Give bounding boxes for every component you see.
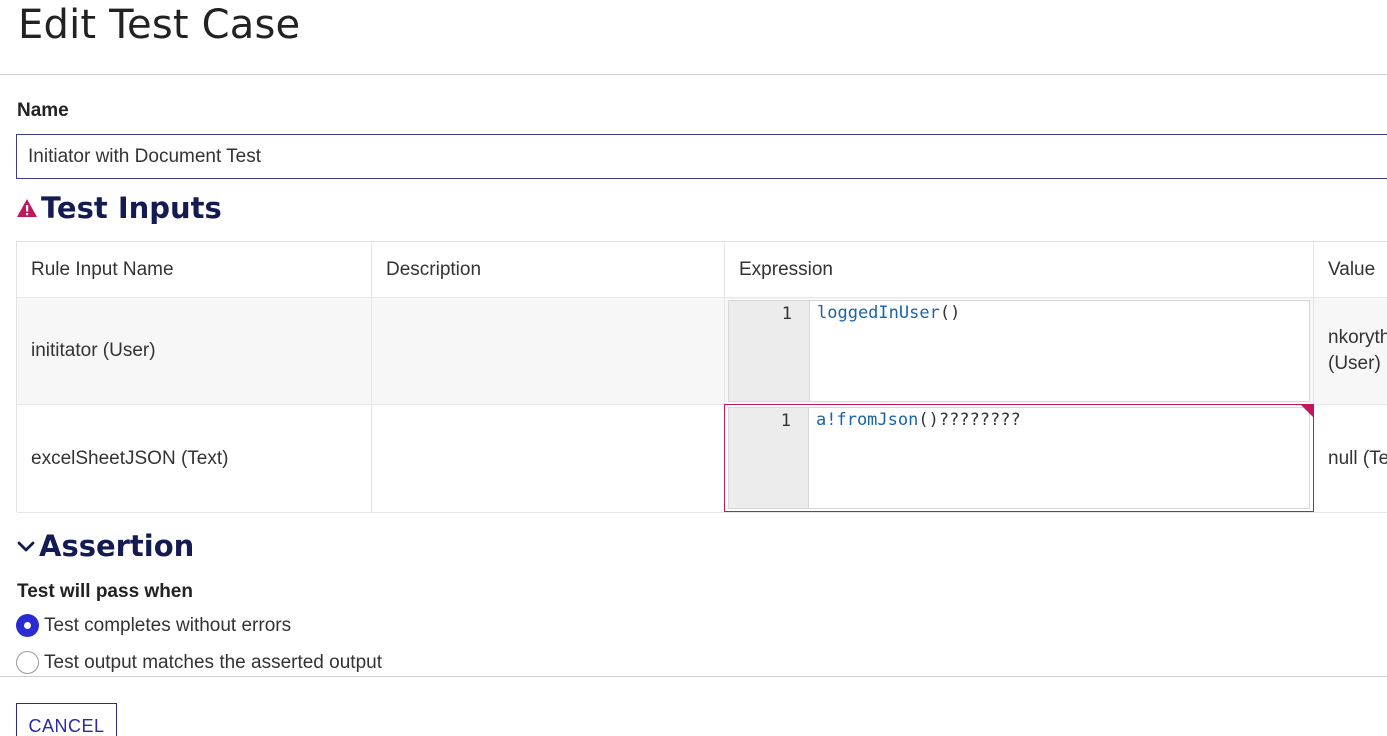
- expression-editor-error[interactable]: 1 a!fromJson()????????: [724, 404, 1314, 512]
- column-header-rule-input-name: Rule Input Name: [17, 242, 372, 298]
- line-number: 1: [728, 407, 809, 509]
- radio-option-completes-without-errors[interactable]: Test completes without errors: [16, 614, 291, 637]
- radio-label: Test completes without errors: [44, 614, 292, 636]
- value-text: nkoryth: [1328, 327, 1387, 348]
- expression-code[interactable]: loggedInUser(): [810, 301, 1309, 401]
- cancel-button[interactable]: CANCEL: [16, 703, 117, 736]
- description-cell: [372, 405, 725, 513]
- chevron-down-icon[interactable]: [16, 536, 36, 556]
- line-number: 1: [729, 301, 810, 401]
- radio-button[interactable]: [16, 651, 39, 674]
- assertion-heading[interactable]: Assertion: [16, 529, 194, 563]
- description-cell: [372, 298, 725, 405]
- rule-input-name-cell: inititator (User): [17, 298, 372, 405]
- error-marker-icon: [1301, 405, 1313, 417]
- page-title: Edit Test Case: [18, 2, 301, 48]
- expression-code[interactable]: a!fromJson()????????: [809, 407, 1310, 509]
- name-input-value: Initiator with Document Test: [28, 145, 262, 167]
- column-header-value: Value: [1314, 242, 1387, 298]
- assertion-title: Assertion: [39, 529, 195, 563]
- value-cell: null (Te: [1314, 405, 1387, 513]
- value-cell: nkoryth (User): [1314, 298, 1387, 405]
- radio-option-output-matches[interactable]: Test output matches the asserted output: [16, 651, 382, 674]
- column-header-description: Description: [372, 242, 725, 298]
- rule-input-name-cell: excelSheetJSON (Text): [17, 405, 372, 513]
- column-header-expression: Expression: [725, 242, 1314, 298]
- radio-button-selected[interactable]: [16, 614, 39, 637]
- test-inputs-heading: Test Inputs: [16, 191, 222, 225]
- name-input[interactable]: Initiator with Document Test: [16, 134, 1387, 179]
- warning-icon: [17, 199, 37, 217]
- footer-divider: [0, 676, 1387, 677]
- test-inputs-title: Test Inputs: [41, 191, 222, 225]
- value-text: (User): [1328, 353, 1381, 374]
- test-inputs-grid: Rule Input Name Description Expression V…: [16, 241, 1387, 513]
- expression-editor[interactable]: 1 loggedInUser(): [728, 300, 1310, 402]
- radio-label: Test output matches the asserted output: [44, 651, 382, 673]
- name-label: Name: [17, 100, 69, 121]
- title-divider: [0, 74, 1387, 75]
- pass-condition-label: Test will pass when: [17, 581, 193, 602]
